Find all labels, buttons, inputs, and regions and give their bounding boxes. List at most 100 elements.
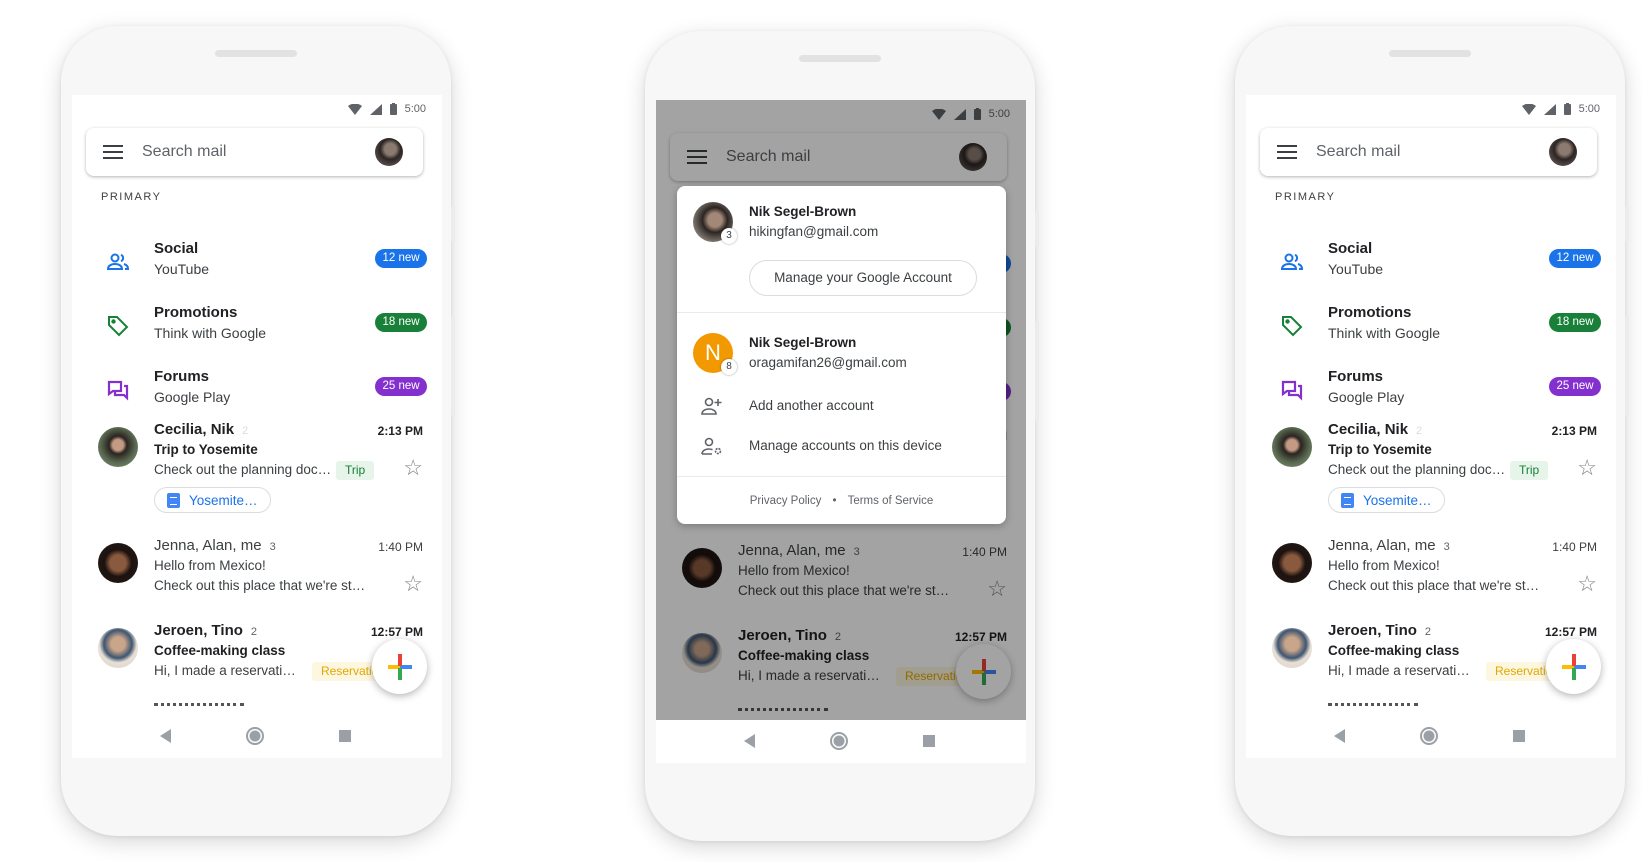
category-promotions[interactable]: Promotions Think with Google 18 new	[1246, 304, 1616, 348]
category-title: Promotions	[154, 304, 238, 321]
email-time: 1:40 PM	[1552, 540, 1597, 554]
account-avatar[interactable]	[1549, 138, 1577, 166]
email-sender: Jenna, Alan, me 3	[1328, 537, 1450, 554]
email-row[interactable]: Cecilia, Nik2 2:13 PM Trip to Yosemite C…	[1246, 421, 1616, 513]
email-row[interactable]: Jenna, Alan, me 3 1:40 PM Hello from Mexi…	[1246, 537, 1616, 623]
email-row[interactable]: Jenna, Alan, me 3 1:40 PM Hello from Mexi…	[72, 537, 442, 623]
primary-account-email: hikingfan@gmail.com	[749, 224, 879, 239]
category-forums[interactable]: Forums Google Play 25 new	[1246, 368, 1616, 412]
email-subject: Trip to Yosemite	[1328, 442, 1432, 457]
email-sender: Cecilia, Nik2	[1328, 421, 1423, 438]
manage-accounts-icon	[701, 437, 722, 455]
power-button	[1625, 206, 1629, 242]
menu-icon[interactable]	[103, 145, 123, 159]
section-label: PRIMARY	[101, 191, 162, 203]
home-icon[interactable]	[830, 732, 848, 750]
email-time: 2:13 PM	[377, 424, 423, 438]
doc-icon	[167, 492, 180, 508]
new-count-badge: 12 new	[375, 249, 427, 268]
secondary-account-row[interactable]: N 8 Nik Segel-Brown oragamifan26@gmail.c…	[677, 322, 1006, 384]
privacy-policy-link[interactable]: Privacy Policy	[750, 495, 822, 507]
phone-inbox-left: 5:00 Search mail PRIMARY Social YouTube …	[61, 26, 455, 836]
attachment-chip[interactable]: Yosemite…	[1328, 487, 1445, 513]
terms-of-service-link[interactable]: Terms of Service	[848, 495, 934, 507]
recents-icon[interactable]	[339, 730, 351, 742]
phone-screen: 5:00 Search mail PRIMARY Social YouTube …	[1246, 95, 1616, 758]
account-switcher-card: 3 Nik Segel-Brown hikingfan@gmail.com Ma…	[677, 186, 1006, 524]
email-subject: Coffee-making class	[1328, 643, 1460, 658]
battery-icon	[1563, 103, 1571, 115]
power-button	[1035, 211, 1039, 247]
category-social[interactable]: Social YouTube 12 new	[1246, 240, 1616, 284]
home-icon[interactable]	[246, 727, 264, 745]
email-time: 12:57 PM	[1544, 625, 1597, 639]
email-snippet: Hi, I made a reservati…	[1328, 663, 1470, 678]
android-nav-bar	[656, 720, 1026, 763]
category-title: Promotions	[1328, 304, 1412, 321]
email-sender: Jeroen, Tino 2	[1328, 622, 1432, 639]
category-subtitle: YouTube	[154, 261, 210, 277]
manage-google-account-button[interactable]: Manage your Google Account	[749, 260, 977, 296]
android-nav-bar	[72, 715, 442, 758]
account-avatar[interactable]	[375, 138, 403, 166]
category-promotions[interactable]: Promotions Think with Google 18 new	[72, 304, 442, 348]
menu-icon[interactable]	[1277, 145, 1297, 159]
back-icon[interactable]	[160, 729, 171, 743]
category-forums[interactable]: Forums Google Play 25 new	[72, 368, 442, 412]
email-snippet: Check out the planning doc…	[154, 462, 332, 477]
email-time: 1:40 PM	[378, 540, 423, 554]
category-subtitle: YouTube	[1328, 261, 1384, 277]
email-row[interactable]: Cecilia, Nik2 2:13 PM Trip to Yosemite C…	[72, 421, 442, 513]
star-icon[interactable]: ☆	[1577, 573, 1597, 595]
recents-icon[interactable]	[1513, 730, 1525, 742]
star-icon[interactable]: ☆	[403, 573, 423, 595]
search-input[interactable]: Search mail	[1316, 143, 1549, 161]
status-bar: 5:00	[347, 103, 426, 115]
tag-icon	[108, 316, 129, 337]
star-icon[interactable]: ☆	[403, 457, 423, 479]
star-icon[interactable]: ☆	[1577, 457, 1597, 479]
secondary-account-name: Nik Segel-Brown	[749, 335, 857, 350]
compose-button[interactable]	[1546, 639, 1601, 694]
home-icon[interactable]	[1420, 727, 1438, 745]
section-label: PRIMARY	[1275, 191, 1336, 203]
category-subtitle: Google Play	[1328, 389, 1405, 405]
battery-icon	[389, 103, 397, 115]
footer-links: Privacy Policy • Terms of Service	[677, 495, 1006, 507]
new-count-badge: 25 new	[375, 377, 427, 396]
sender-avatar	[98, 543, 138, 583]
email-sender: Jeroen, Tino 2	[154, 622, 258, 639]
footer-separator: •	[832, 495, 837, 507]
compose-button[interactable]	[372, 639, 427, 694]
email-subject: Trip to Yosemite	[154, 442, 258, 457]
primary-notification-count: 3	[721, 228, 737, 244]
power-button	[451, 206, 455, 242]
back-icon[interactable]	[1334, 729, 1345, 743]
category-title: Social	[154, 240, 199, 257]
category-social[interactable]: Social YouTube 12 new	[72, 240, 442, 284]
attachment-chip[interactable]: Yosemite…	[154, 487, 271, 513]
next-email-partial	[154, 703, 244, 709]
doc-icon	[1341, 492, 1354, 508]
back-icon[interactable]	[744, 734, 755, 748]
secondary-account-email: oragamifan26@gmail.com	[749, 355, 907, 370]
email-subject: Hello from Mexico!	[154, 558, 266, 573]
email-snippet: Check out the planning doc…	[1328, 462, 1506, 477]
status-time: 5:00	[404, 103, 426, 115]
new-count-badge: 18 new	[375, 313, 427, 332]
manage-accounts-on-device[interactable]: Manage accounts on this device	[749, 438, 942, 453]
speaker	[215, 50, 297, 57]
people-icon	[1280, 253, 1304, 270]
recents-icon[interactable]	[923, 735, 935, 747]
search-bar[interactable]: Search mail	[86, 128, 423, 176]
tag-icon	[1282, 316, 1303, 337]
status-bar: 5:00	[1521, 103, 1600, 115]
email-subject: Hello from Mexico!	[1328, 558, 1440, 573]
new-count-badge: 12 new	[1549, 249, 1601, 268]
phone-inbox-right: 5:00 Search mail PRIMARY Social YouTube …	[1235, 26, 1629, 836]
category-title: Forums	[154, 368, 210, 385]
search-input[interactable]: Search mail	[142, 143, 375, 161]
phone-screen: 5:00 Search mail PRIMARY Social YouTube …	[656, 100, 1026, 763]
add-another-account[interactable]: Add another account	[749, 398, 874, 413]
search-bar[interactable]: Search mail	[1260, 128, 1597, 176]
